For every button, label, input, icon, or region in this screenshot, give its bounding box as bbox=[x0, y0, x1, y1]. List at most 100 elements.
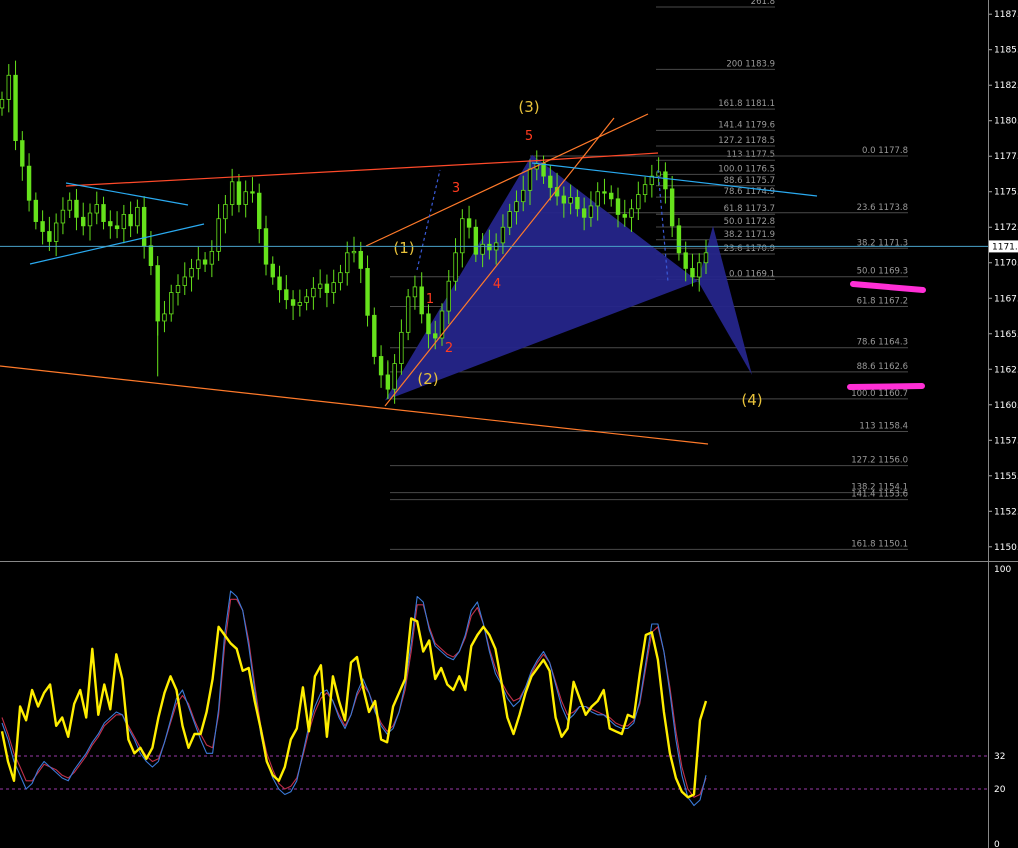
wave-label-primary: (1) bbox=[393, 239, 414, 257]
candle-body bbox=[20, 140, 25, 167]
candle-body bbox=[392, 363, 397, 390]
candle-body bbox=[338, 272, 343, 284]
candle-body bbox=[236, 181, 242, 205]
candle-body bbox=[399, 331, 404, 364]
candle-body bbox=[317, 283, 323, 289]
candle-body bbox=[629, 208, 634, 218]
oscillator-axis-label: 100 bbox=[994, 565, 1011, 575]
fib-level-label: 141.4 1153.6 bbox=[851, 490, 908, 500]
price-axis-label: 1185. bbox=[994, 46, 1018, 56]
candle-body bbox=[365, 268, 370, 316]
candle-body bbox=[561, 195, 567, 204]
price-axis-label: 1157. bbox=[994, 436, 1018, 446]
fib-level-label: 78.6 1164.3 bbox=[857, 338, 908, 348]
price-axis-label: 1150. bbox=[994, 543, 1018, 553]
candle-body bbox=[277, 276, 282, 291]
candle-body bbox=[615, 198, 621, 215]
fib-level-label: 50.0 1169.3 bbox=[857, 267, 908, 277]
candle-body bbox=[433, 333, 438, 339]
candle-body bbox=[243, 191, 248, 205]
candle-body bbox=[47, 231, 52, 242]
fib-level-label: 100.0 1160.7 bbox=[851, 389, 908, 399]
price-axis-label: 1155. bbox=[994, 472, 1018, 482]
candle-body bbox=[669, 188, 675, 227]
oscillator-axis-label: 32 bbox=[994, 752, 1005, 762]
candle-body bbox=[575, 197, 580, 210]
price-axis-label: 1175. bbox=[994, 188, 1018, 198]
candle-body bbox=[284, 289, 289, 301]
candle-body bbox=[141, 206, 147, 247]
price-axis-label: 1167. bbox=[994, 294, 1018, 304]
fib-level-label: 50.0 1172.8 bbox=[724, 217, 775, 227]
candle-body bbox=[33, 199, 39, 222]
fib-level-label: 0.0 1177.8 bbox=[862, 146, 908, 156]
oscillator-axis-label: 0 bbox=[994, 840, 1000, 848]
price-axis-label: 1187. bbox=[994, 10, 1018, 20]
candle-body bbox=[304, 296, 309, 303]
candle-body bbox=[622, 214, 627, 218]
candle-body bbox=[202, 259, 208, 265]
fib-level-label: 38.2 1171.9 bbox=[724, 230, 775, 240]
price-axis-label: 1165. bbox=[994, 330, 1018, 340]
wave-label-minor: 2 bbox=[445, 341, 453, 356]
candle-body bbox=[128, 214, 133, 227]
fib-level-label: 261.8 bbox=[751, 0, 775, 7]
candle-body bbox=[541, 162, 546, 177]
wave-label-minor: 3 bbox=[452, 181, 460, 196]
fib-level-label: 100.0 1176.5 bbox=[718, 164, 775, 174]
candle-body bbox=[663, 171, 668, 190]
fib-level-label: 127.2 1178.5 bbox=[718, 136, 775, 146]
price-axis-label: 1160. bbox=[994, 401, 1018, 411]
candle-body bbox=[473, 226, 479, 255]
candle-body bbox=[602, 191, 607, 194]
fib-level-label: 113 1177.5 bbox=[726, 150, 775, 160]
candle-body bbox=[114, 225, 120, 230]
candle-body bbox=[581, 208, 587, 218]
candle-body bbox=[162, 313, 167, 322]
price-axis-label: 1180. bbox=[994, 117, 1018, 127]
price-axis-label: 1172. bbox=[994, 223, 1018, 233]
candle-body bbox=[487, 243, 492, 251]
candle-body bbox=[500, 226, 506, 244]
fib-level-label: 161.8 1181.1 bbox=[718, 99, 775, 109]
candle-body bbox=[209, 250, 215, 265]
candle-body bbox=[378, 356, 384, 376]
candle-body bbox=[74, 199, 79, 218]
candle-body bbox=[683, 252, 688, 269]
candle-body bbox=[189, 268, 194, 278]
candle-body bbox=[0, 99, 5, 109]
candle-body bbox=[697, 262, 702, 278]
target-marker-lower bbox=[847, 383, 925, 390]
candle-body bbox=[419, 286, 424, 315]
candle-body bbox=[345, 252, 350, 274]
candle-body bbox=[426, 313, 431, 335]
candle-body bbox=[13, 74, 18, 142]
candle-body bbox=[351, 250, 357, 254]
price-and-oscillator-chart: 261.8 200 1183.9 161.8 1181.1 141.4 1179.6 1… bbox=[0, 0, 1018, 848]
wave-label-primary: (3) bbox=[518, 98, 539, 116]
price-axis-label: 1177. bbox=[994, 152, 1018, 162]
candle-body bbox=[521, 189, 526, 203]
candle-body bbox=[311, 287, 316, 298]
candle-body bbox=[405, 296, 411, 333]
price-axis-label: 1170. bbox=[994, 259, 1018, 269]
candle-body bbox=[642, 184, 648, 195]
candle-body bbox=[67, 199, 72, 211]
fib-level-label: 141.4 1179.6 bbox=[718, 120, 775, 130]
candle-body bbox=[480, 243, 485, 255]
candle-body bbox=[548, 175, 553, 188]
candle-body bbox=[223, 204, 228, 220]
wave-label-minor: 1 bbox=[426, 292, 434, 307]
candle-body bbox=[108, 221, 113, 227]
candle-body bbox=[250, 191, 255, 194]
candle-body bbox=[229, 181, 235, 205]
candle-body bbox=[595, 191, 600, 207]
candle-body bbox=[588, 205, 594, 218]
fib-level-label: 88.6 1162.6 bbox=[857, 362, 908, 372]
wave-label-minor: 4 bbox=[493, 277, 501, 292]
candle-body bbox=[101, 204, 106, 222]
candle-body bbox=[175, 285, 181, 293]
candle-body bbox=[60, 209, 66, 224]
candle-body bbox=[690, 268, 695, 278]
candle-body bbox=[507, 211, 512, 228]
